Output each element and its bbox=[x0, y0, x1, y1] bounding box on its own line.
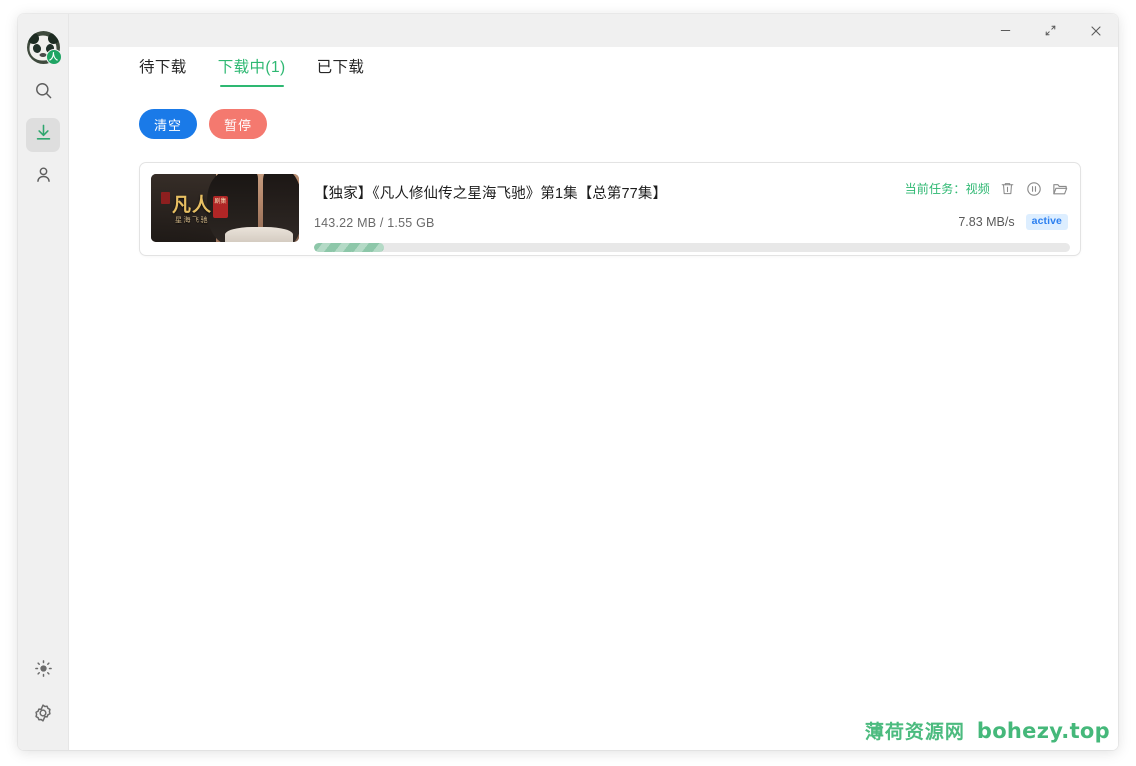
content-area: 待下载 下载中(1) 已下载 清空 暂停 凡人 星海飞驰 剧集 【独家】《凡人修… bbox=[69, 47, 1118, 750]
open-folder-button[interactable] bbox=[1051, 180, 1068, 197]
tab-bar: 待下载 下载中(1) 已下载 bbox=[69, 47, 1118, 87]
download-body: 【独家】《凡人修仙传之星海飞驰》第1集【总第77集】 143.22 MB / 1… bbox=[299, 174, 1070, 252]
sidebar-item-settings[interactable] bbox=[26, 698, 60, 732]
progress-bar[interactable] bbox=[314, 243, 1070, 252]
download-thumbnail: 凡人 星海飞驰 剧集 bbox=[151, 174, 299, 242]
sidebar: 人 bbox=[18, 14, 69, 750]
current-task-label: 当前任务：视频 bbox=[904, 182, 990, 196]
watermark: 薄荷资源网 bohezy.top bbox=[865, 717, 1110, 744]
download-icon bbox=[34, 123, 53, 147]
download-title: 【独家】《凡人修仙传之星海飞驰》第1集【总第77集】 bbox=[314, 186, 668, 202]
clear-button[interactable]: 清空 bbox=[139, 109, 198, 139]
progress-bar-fill bbox=[314, 243, 385, 252]
download-list: 凡人 星海飞驰 剧集 【独家】《凡人修仙传之星海飞驰》第1集【总第77集】 14… bbox=[69, 139, 1118, 256]
watermark-site-name: 薄荷资源网 bbox=[864, 722, 965, 743]
download-meta: 当前任务：视频 7.83 MB/s active bbox=[905, 180, 1068, 230]
search-icon bbox=[34, 81, 53, 105]
tab-downloaded[interactable]: 已下载 bbox=[317, 55, 365, 87]
sidebar-item-search[interactable] bbox=[26, 76, 60, 110]
titlebar bbox=[69, 14, 1118, 47]
pause-button[interactable] bbox=[1025, 180, 1042, 197]
user-icon bbox=[34, 165, 53, 189]
brightness-icon bbox=[34, 659, 53, 683]
thumbnail-title: 凡人 bbox=[172, 194, 213, 216]
pause-all-button[interactable]: 暂停 bbox=[209, 109, 268, 139]
main-area: 待下载 下载中(1) 已下载 清空 暂停 凡人 星海飞驰 剧集 【独家】《凡人修… bbox=[69, 14, 1118, 750]
sidebar-item-account[interactable] bbox=[26, 160, 60, 194]
maximize-button[interactable] bbox=[1028, 14, 1073, 47]
thumbnail-subtitle: 星海飞驰 bbox=[175, 217, 209, 224]
thumbnail-seal: 剧集 bbox=[213, 196, 228, 218]
download-speed: 7.83 MB/s bbox=[958, 214, 1015, 229]
download-item[interactable]: 凡人 星海飞驰 剧集 【独家】《凡人修仙传之星海飞驰》第1集【总第77集】 14… bbox=[139, 162, 1081, 256]
tab-downloading[interactable]: 下载中(1) bbox=[218, 55, 286, 87]
close-button[interactable] bbox=[1073, 14, 1118, 47]
avatar[interactable]: 人 bbox=[26, 31, 62, 65]
minimize-button[interactable] bbox=[983, 14, 1028, 47]
sidebar-item-theme[interactable] bbox=[26, 654, 60, 688]
tab-pending[interactable]: 待下载 bbox=[139, 55, 187, 87]
app-window: 人 待下载 下载中(1) 已下载 清空 暂停 凡人 星海飞驰 剧集 【独家】《凡… bbox=[18, 14, 1118, 750]
action-row: 清空 暂停 bbox=[69, 87, 1118, 139]
status-badge: active bbox=[1025, 214, 1068, 230]
watermark-url: bohezy.top bbox=[976, 719, 1110, 743]
avatar-status-badge: 人 bbox=[45, 49, 62, 65]
sidebar-item-download[interactable] bbox=[26, 118, 60, 152]
gear-icon bbox=[33, 703, 53, 728]
delete-button[interactable] bbox=[999, 180, 1016, 197]
